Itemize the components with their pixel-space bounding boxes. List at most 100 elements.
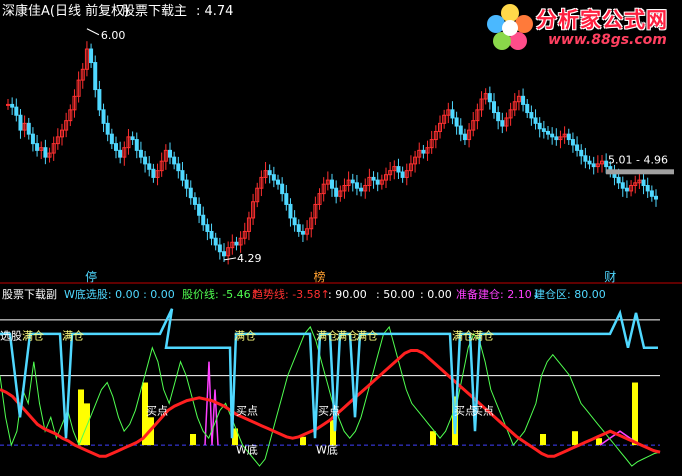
candle-body bbox=[197, 203, 202, 216]
candle-body bbox=[487, 93, 492, 103]
signal-bar bbox=[300, 436, 306, 446]
candle-body bbox=[575, 144, 580, 151]
sub-indicator-panel: 选股 满仓 满仓 满仓 满仓满仓满仓 满仓满仓买点 买点 买点 买点买点W底 W底 bbox=[0, 308, 661, 467]
candle-body bbox=[280, 183, 285, 195]
range-label: 5.01 - 4.96 bbox=[608, 153, 668, 166]
candle-body bbox=[271, 174, 276, 181]
candle-body bbox=[541, 128, 546, 132]
full-position-label: 满仓 bbox=[356, 328, 378, 342]
candle-body bbox=[359, 187, 364, 192]
sub-title: 股票下载副 W底选股: 0.00 : 0.00 股价线: -5.46↑趋势线: -3… bbox=[2, 287, 606, 301]
candle-body bbox=[334, 187, 339, 197]
full-position-label: 满仓 bbox=[22, 328, 44, 342]
select-stock-label: 选股 bbox=[0, 329, 22, 342]
signal-bar bbox=[572, 431, 578, 446]
candle-body bbox=[529, 112, 534, 119]
candle-body bbox=[624, 187, 629, 192]
candle-body bbox=[620, 182, 625, 189]
watermark-logo: 分析家公式网 www.88gs.com bbox=[484, 2, 680, 52]
candle-body bbox=[496, 112, 501, 122]
w-bottom-label: W底 bbox=[316, 442, 338, 456]
signal-bar bbox=[632, 382, 638, 446]
candle-body bbox=[583, 155, 588, 162]
sub-title-item: 准备建仓: 2.10↓ bbox=[456, 287, 541, 301]
sub-title-item: : 0.00 bbox=[420, 288, 452, 301]
candle-body bbox=[421, 149, 426, 154]
sub-title-item: W底选股: 0.00 : 0.00 bbox=[64, 287, 175, 301]
candle-body bbox=[192, 197, 197, 205]
w-bottom-label: W底 bbox=[236, 442, 258, 456]
candle-body bbox=[375, 179, 380, 185]
candle-body bbox=[554, 136, 559, 141]
high-label: 6.00 bbox=[101, 29, 126, 42]
select-stock-line bbox=[0, 308, 658, 439]
candle-body bbox=[147, 163, 152, 170]
candle-body bbox=[14, 106, 19, 116]
candle-body bbox=[276, 179, 280, 185]
candle-body bbox=[26, 122, 31, 135]
candle-body bbox=[168, 149, 172, 158]
candle-body bbox=[492, 101, 496, 114]
candle-body bbox=[579, 149, 584, 157]
candle-body bbox=[284, 193, 289, 205]
candle-body bbox=[566, 133, 571, 141]
flower-icon bbox=[487, 4, 533, 50]
candle-body bbox=[222, 251, 226, 257]
buy-point-label: 买点 bbox=[472, 405, 494, 418]
candle-body bbox=[234, 241, 239, 246]
event-marker: 停 bbox=[85, 269, 97, 284]
candle-body bbox=[616, 176, 621, 184]
candle-body bbox=[118, 149, 123, 158]
chart-canvas: 深康佳A(日线 前复权) 股票下载主 : 4.74 6.00 4.29 5.01 -… bbox=[0, 3, 682, 467]
candle-body bbox=[184, 179, 189, 189]
candle-body bbox=[371, 176, 376, 181]
candle-body bbox=[180, 170, 185, 181]
candle-body bbox=[151, 168, 156, 178]
candle-body bbox=[645, 185, 650, 192]
candle-body bbox=[130, 136, 135, 141]
candle-body bbox=[143, 156, 148, 165]
candle-body bbox=[43, 147, 48, 158]
full-position-label: 满仓 bbox=[472, 328, 494, 342]
candle-body bbox=[176, 163, 181, 172]
candle-body bbox=[521, 95, 526, 105]
candle-body bbox=[654, 195, 658, 200]
main-title-value: : 4.74 bbox=[196, 4, 233, 19]
candle-body bbox=[138, 149, 143, 158]
main-title-indicator: 股票下载主 bbox=[122, 4, 187, 19]
candle-body bbox=[458, 125, 463, 135]
candle-body bbox=[450, 109, 455, 119]
sub-title-item: 趋势线: -3.58↑ bbox=[252, 287, 330, 301]
candle-body bbox=[500, 120, 505, 127]
main-title: 深康佳A(日线 前复权) 股票下载主 : 4.74 bbox=[2, 3, 233, 19]
candle-body bbox=[217, 244, 222, 253]
candle-body bbox=[267, 170, 272, 176]
candle-body bbox=[570, 139, 575, 146]
sub-title-item: 股价线: -5.46↑ bbox=[182, 287, 260, 301]
signal-bar bbox=[190, 434, 196, 446]
candle-body bbox=[591, 163, 596, 168]
candle-body bbox=[109, 133, 114, 145]
candle-body bbox=[288, 203, 293, 219]
candle-body bbox=[550, 133, 555, 138]
candle-body bbox=[396, 166, 401, 173]
candle-body bbox=[537, 122, 542, 130]
candle-body bbox=[462, 133, 467, 141]
candlestick-series bbox=[6, 41, 658, 265]
sub-title-item: 建仓区: 80.00 bbox=[534, 287, 606, 301]
candle-body bbox=[105, 122, 110, 135]
candle-body bbox=[188, 187, 193, 199]
watermark-title: 分析家公式网 bbox=[536, 8, 668, 32]
candle-body bbox=[93, 62, 98, 91]
buy-point-label: 买点 bbox=[146, 405, 168, 418]
candle-body bbox=[97, 89, 102, 111]
candle-body bbox=[546, 130, 550, 135]
candle-body bbox=[641, 179, 646, 187]
candle-body bbox=[350, 179, 355, 184]
candle-body bbox=[10, 103, 15, 108]
candle-body bbox=[649, 190, 654, 197]
candle-body bbox=[30, 133, 35, 145]
price-annotations: 6.00 4.29 5.01 - 4.96 bbox=[86, 28, 674, 265]
candle-body bbox=[101, 109, 106, 124]
candle-body bbox=[213, 237, 218, 246]
